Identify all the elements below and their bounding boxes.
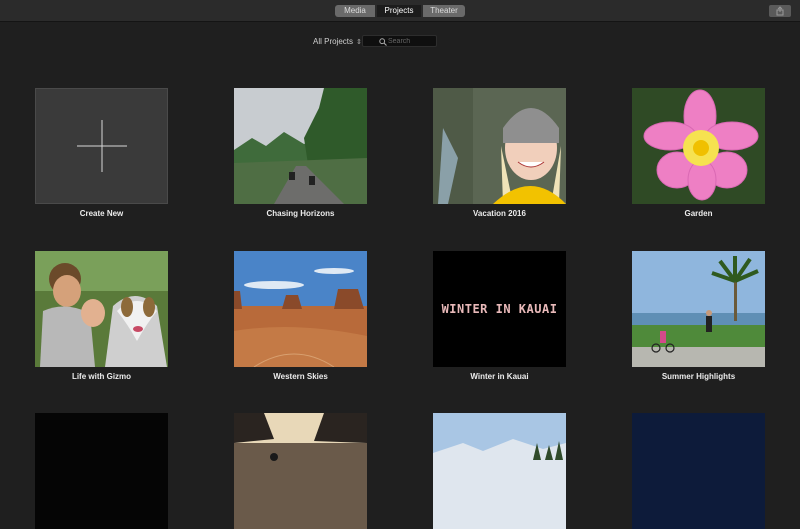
thumbnail-desert-buttes (234, 251, 367, 367)
project-title: Chasing Horizons (266, 209, 335, 218)
project-thumbnail[interactable] (35, 413, 168, 529)
thumbnail-title-text: WINTER IN KAUAI (441, 302, 558, 316)
search-field[interactable] (362, 35, 437, 47)
tab-theater[interactable]: Theater (423, 5, 465, 17)
project-filter-label: All Projects (313, 37, 354, 46)
thumbnail-palm-park (632, 251, 765, 367)
project-filter-dropdown[interactable]: All Projects ⇕ (313, 37, 362, 46)
thumbnail-snowy-mountains (433, 413, 566, 529)
project-title: Life with Gizmo (71, 372, 132, 381)
project-thumbnail[interactable]: WINTER IN KAUAI (433, 251, 566, 367)
project-thumbnail[interactable] (234, 88, 367, 204)
project-thumbnail[interactable] (433, 413, 566, 529)
search-icon (379, 38, 387, 46)
project-title: Garden (684, 209, 713, 218)
create-new-thumbnail[interactable] (35, 88, 168, 204)
thumbnail-lotus-flower (632, 88, 765, 204)
project-title: Summer Highlights (661, 372, 736, 381)
thumbnail-boy-and-dog (35, 251, 168, 367)
toolbar: Media Projects Theater (0, 0, 800, 22)
project-title: Create New (79, 209, 124, 218)
project-title: Vacation 2016 (473, 209, 526, 218)
project-thumbnail[interactable] (433, 88, 566, 204)
tab-media[interactable]: Media (335, 5, 375, 17)
thumbnail-road-mountains (234, 88, 367, 204)
share-icon (776, 6, 784, 16)
project-title: Winter in Kauai (470, 372, 529, 381)
chevron-updown-icon: ⇕ (356, 38, 362, 46)
thumbnail-selfie-canyon (433, 88, 566, 204)
tab-projects[interactable]: Projects (377, 5, 421, 17)
view-switcher: Media Projects Theater (335, 5, 465, 17)
project-title: Western Skies (273, 372, 328, 381)
project-thumbnail[interactable] (234, 413, 367, 529)
plus-icon (77, 120, 127, 172)
search-input[interactable] (388, 36, 436, 46)
project-thumbnail[interactable] (234, 251, 367, 367)
project-thumbnail[interactable] (632, 413, 765, 529)
project-thumbnail[interactable] (632, 251, 765, 367)
share-button[interactable] (769, 5, 791, 17)
project-thumbnail[interactable] (632, 88, 765, 204)
thumbnail-lake-sunset (234, 413, 367, 529)
project-thumbnail[interactable] (35, 251, 168, 367)
